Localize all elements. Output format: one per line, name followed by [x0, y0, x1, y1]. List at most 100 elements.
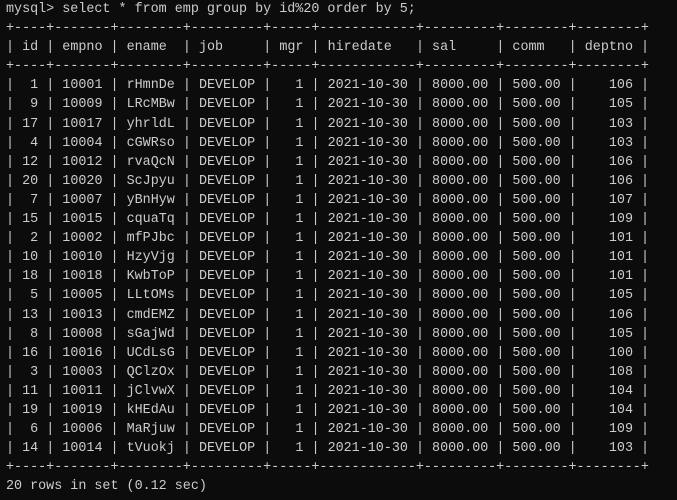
table-header: | id | empno | ename | job | mgr | hired… [6, 40, 650, 56]
table-row: | 9 | 10009 | LRcMBw | DEVELOP | 1 | 202… [6, 97, 650, 113]
cell-mgr: 1 [279, 326, 304, 342]
cell-job: DEVELOP [198, 441, 256, 457]
cell-hiredate: 2021-10-30 [327, 422, 408, 438]
cell-hiredate: 2021-10-30 [327, 250, 408, 266]
cell-ename: UCdLsG [126, 345, 175, 361]
cell-mgr: 1 [279, 307, 304, 323]
cell-mgr: 1 [279, 269, 304, 285]
table-row: | 12 | 10012 | rvaQcN | DEVELOP | 1 | 20… [6, 154, 650, 170]
cell-id: 16 [22, 345, 39, 361]
cell-mgr: 1 [279, 231, 304, 247]
cell-job: DEVELOP [198, 307, 256, 323]
cell-hiredate: 2021-10-30 [327, 326, 408, 342]
cell-deptno: 101 [584, 231, 633, 247]
cell-mgr: 1 [279, 422, 304, 438]
cell-empno: 10004 [62, 135, 103, 151]
cell-hiredate: 2021-10-30 [327, 307, 408, 323]
cell-id: 4 [22, 135, 39, 151]
cell-hiredate: 2021-10-30 [327, 192, 408, 208]
cell-sal: 8000.00 [432, 326, 489, 342]
cell-comm: 500.00 [512, 154, 561, 170]
table-row: | 1 | 10001 | rHmnDe | DEVELOP | 1 | 202… [6, 78, 650, 94]
cell-comm: 500.00 [512, 135, 561, 151]
cell-job: DEVELOP [198, 154, 256, 170]
table-row: | 16 | 10016 | UCdLsG | DEVELOP | 1 | 20… [6, 345, 650, 361]
cell-empno: 10003 [62, 364, 103, 380]
cell-ename: cquaTq [126, 212, 175, 228]
table-body: | 1 | 10001 | rHmnDe | DEVELOP | 1 | 202… [6, 76, 677, 458]
cell-mgr: 1 [279, 192, 304, 208]
cell-deptno: 103 [584, 441, 633, 457]
cell-mgr: 1 [279, 97, 304, 113]
cell-hiredate: 2021-10-30 [327, 441, 408, 457]
cell-ename: MaRjuw [126, 422, 175, 438]
table-row: | 5 | 10005 | LLtOMs | DEVELOP | 1 | 202… [6, 288, 650, 304]
cell-deptno: 106 [584, 307, 633, 323]
cell-id: 3 [22, 364, 39, 380]
cell-mgr: 1 [279, 402, 304, 418]
cell-deptno: 100 [584, 345, 633, 361]
cell-comm: 500.00 [512, 250, 561, 266]
cell-comm: 500.00 [512, 364, 561, 380]
cell-sal: 8000.00 [432, 288, 489, 304]
cell-ename: KwbToP [126, 269, 175, 285]
cell-empno: 10019 [62, 402, 103, 418]
cell-job: DEVELOP [198, 288, 256, 304]
terminal-window[interactable]: mysql> select * from emp group by id%20 … [0, 0, 677, 500]
cell-deptno: 109 [584, 212, 633, 228]
cell-ename: QClzOx [126, 364, 175, 380]
cell-job: DEVELOP [198, 173, 256, 189]
cell-job: DEVELOP [198, 422, 256, 438]
table-border-header: +----+-------+--------+---------+-----+-… [6, 59, 649, 75]
cell-sal: 8000.00 [432, 250, 489, 266]
cell-empno: 10006 [62, 422, 103, 438]
cell-empno: 10013 [62, 307, 103, 323]
cell-empno: 10017 [62, 116, 103, 132]
cell-id: 1 [22, 78, 39, 94]
cell-job: DEVELOP [198, 116, 256, 132]
cell-mgr: 1 [279, 250, 304, 266]
cell-sal: 8000.00 [432, 173, 489, 189]
cell-sal: 8000.00 [432, 307, 489, 323]
cell-mgr: 1 [279, 173, 304, 189]
column-header-empno: empno [62, 40, 103, 56]
cell-ename: ScJpyu [126, 173, 175, 189]
cell-mgr: 1 [279, 154, 304, 170]
cell-sal: 8000.00 [432, 78, 489, 94]
cell-mgr: 1 [279, 116, 304, 132]
cell-ename: yhrldL [126, 116, 175, 132]
column-header-ename: ename [126, 40, 175, 56]
cell-mgr: 1 [279, 383, 304, 399]
table-row: | 2 | 10002 | mfPJbc | DEVELOP | 1 | 202… [6, 231, 650, 247]
cell-ename: cmdEMZ [126, 307, 175, 323]
cell-ename: kHEdAu [126, 402, 175, 418]
table-row: | 11 | 10011 | jClvwX | DEVELOP | 1 | 20… [6, 383, 650, 399]
cell-comm: 500.00 [512, 383, 561, 399]
column-header-mgr: mgr [279, 40, 304, 56]
cell-deptno: 105 [584, 97, 633, 113]
cell-sal: 8000.00 [432, 116, 489, 132]
cell-ename: rHmnDe [126, 78, 175, 94]
cell-sal: 8000.00 [432, 135, 489, 151]
cell-hiredate: 2021-10-30 [327, 154, 408, 170]
cell-comm: 500.00 [512, 269, 561, 285]
cell-deptno: 105 [584, 326, 633, 342]
cell-hiredate: 2021-10-30 [327, 383, 408, 399]
cell-empno: 10016 [62, 345, 103, 361]
cell-deptno: 109 [584, 422, 633, 438]
cell-job: DEVELOP [198, 78, 256, 94]
cell-ename: sGajWd [126, 326, 175, 342]
result-summary: 20 rows in set (0.12 sec) [6, 479, 207, 495]
cell-sal: 8000.00 [432, 231, 489, 247]
table-row: | 13 | 10013 | cmdEMZ | DEVELOP | 1 | 20… [6, 307, 650, 323]
cell-hiredate: 2021-10-30 [327, 78, 408, 94]
cell-comm: 500.00 [512, 78, 561, 94]
cell-ename: LRcMBw [126, 97, 175, 113]
cell-id: 14 [22, 441, 39, 457]
cell-job: DEVELOP [198, 364, 256, 380]
cell-mgr: 1 [279, 364, 304, 380]
table-row: | 20 | 10020 | ScJpyu | DEVELOP | 1 | 20… [6, 173, 650, 189]
cell-job: DEVELOP [198, 383, 256, 399]
cell-mgr: 1 [279, 78, 304, 94]
cell-hiredate: 2021-10-30 [327, 116, 408, 132]
